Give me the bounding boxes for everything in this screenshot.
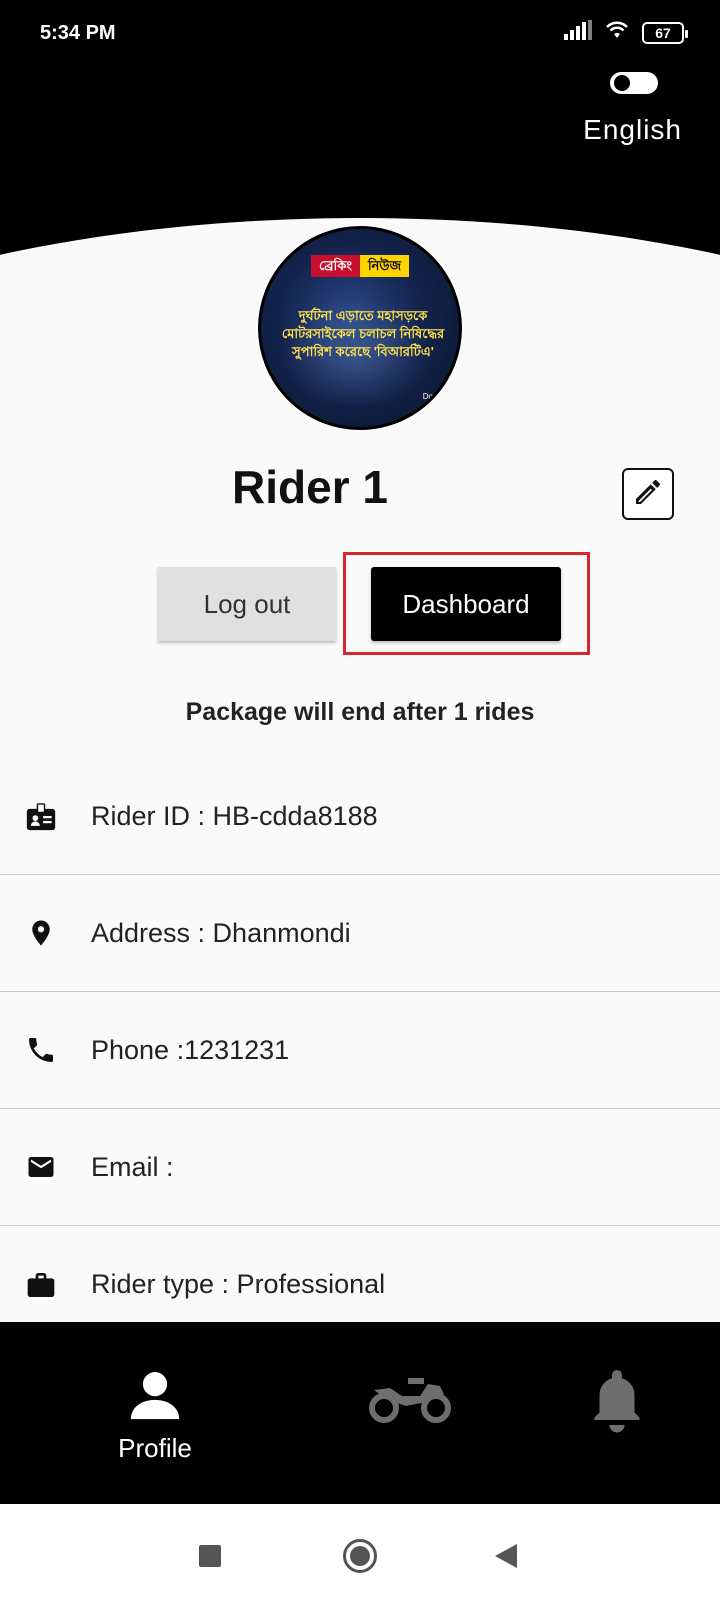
address-text: Address : Dhanmondi [91,917,351,948]
wifi-icon [604,20,630,45]
back-icon[interactable] [495,1544,517,1568]
email-text: Email : [91,1151,174,1182]
package-status: Package will end after 1 rides [185,698,535,726]
logout-button[interactable]: Log out [158,567,336,641]
home-icon[interactable] [343,1539,377,1573]
bottom-navigation: Profile [0,1322,720,1504]
mail-icon [22,1148,60,1186]
briefcase-icon [22,1266,60,1304]
rider-id-text: Rider ID : HB-cdda8188 [91,800,378,831]
info-row-rider-id: Rider ID : HB-cdda8188 [0,758,720,875]
info-row-phone: Phone :1231231 [0,992,720,1109]
pencil-icon [632,476,664,513]
motorcycle-icon [368,1372,452,1429]
rider-name: Rider 1 [232,461,388,513]
system-navigation-bar [0,1504,720,1600]
battery-level: 67 [655,24,671,41]
avatar-headline: দুর্ঘটনা এড়াতে মহাসড়কে মোটরসাইকেল চলাচ… [281,308,445,359]
info-row-email: Email : [0,1109,720,1226]
location-pin-icon [22,914,60,952]
toggle-knob [614,75,630,91]
recent-apps-icon[interactable] [199,1545,221,1567]
language-toggle[interactable] [610,72,658,94]
bell-icon [587,1364,647,1441]
id-badge-icon [22,797,60,835]
rider-type-text: Rider type : Professional [91,1269,386,1299]
profile-avatar: ব্রেকিং নিউজ দুর্ঘটনা এড়াতে মহাসড়কে মো… [258,226,462,430]
badge-right: নিউজ [359,255,410,277]
status-icons: 67 [564,20,688,45]
info-row-address: Address : Dhanmondi [0,875,720,992]
avatar-corner-text: Downl [422,392,445,401]
person-icon [125,1366,185,1429]
language-label: English [583,114,682,145]
phone-text: Phone :1231231 [91,1034,290,1065]
battery-icon: 67 [642,21,688,44]
phone-icon [22,1031,60,1069]
signal-icon [564,20,592,45]
nav-rides[interactable] [360,1322,460,1504]
status-bar: 5:34 PM 67 [0,0,720,70]
dashboard-button[interactable]: Dashboard [371,567,561,641]
edit-profile-button[interactable] [622,468,674,520]
breaking-news-badge: ব্রেকিং নিউজ [311,255,410,277]
badge-left: ব্রেকিং [311,255,360,277]
rider-info-list: Rider ID : HB-cdda8188 Address : Dhanmon… [0,758,720,1343]
nav-notifications[interactable] [577,1322,657,1504]
nav-profile[interactable]: Profile [100,1322,210,1504]
nav-profile-label: Profile [118,1433,192,1463]
status-time: 5:34 PM [40,22,116,44]
